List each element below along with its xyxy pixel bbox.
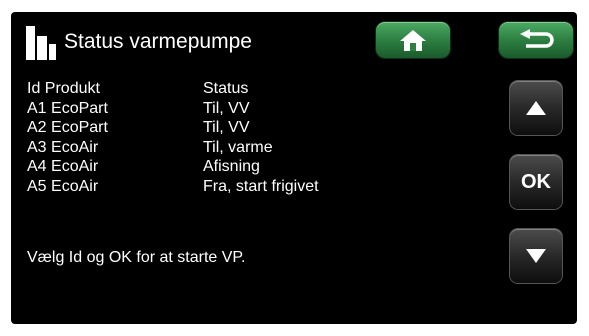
row-id: A4 EcoAir: [27, 158, 99, 175]
instruction-text: Vælg Id og OK for at starte VP.: [27, 249, 246, 266]
display-screen: Status varmepumpe Id Produkt Status A1 E…: [11, 12, 577, 324]
row-id: A2 EcoPart: [27, 119, 108, 136]
brand-logo-icon: [26, 26, 56, 60]
scroll-down-button[interactable]: [510, 229, 562, 283]
ok-button[interactable]: OK: [510, 155, 562, 209]
home-button[interactable]: [376, 22, 450, 58]
row-status: Til, VV: [203, 99, 250, 117]
column-header-id: Id Produkt: [27, 80, 100, 97]
column-header-status: Status: [203, 80, 249, 97]
row-status: Afisning: [203, 158, 260, 175]
row-id: A3 EcoAir: [27, 138, 99, 156]
home-icon: [400, 30, 426, 51]
row-id: A1 EcoPart: [27, 99, 108, 117]
row-status: Fra, start frigivet: [203, 177, 319, 195]
ok-button-label: OK: [521, 170, 551, 193]
back-arrow-icon: [520, 29, 554, 48]
row-id: A5 EcoAir: [27, 177, 99, 195]
page-title: Status varmepumpe: [64, 30, 252, 53]
row-status: Til, varme: [203, 138, 273, 156]
back-button[interactable]: [499, 22, 573, 58]
row-status: Til, VV: [203, 119, 250, 136]
arrow-up-icon: [526, 101, 546, 115]
scroll-up-button[interactable]: [510, 81, 562, 135]
arrow-down-icon: [526, 249, 546, 263]
